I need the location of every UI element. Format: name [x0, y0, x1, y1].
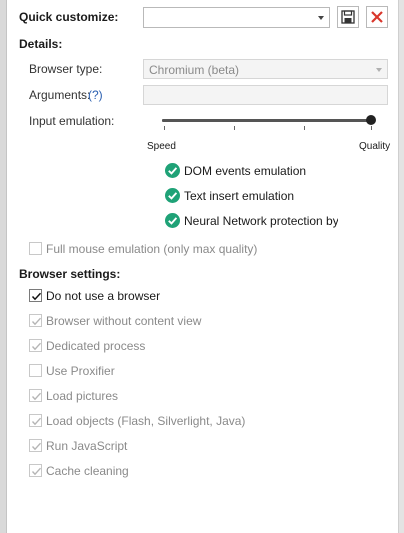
browser-without-content-view-label: Browser without content view: [46, 314, 202, 328]
scrollbar-track[interactable]: [398, 0, 404, 533]
full-mouse-checkbox[interactable]: [29, 242, 42, 255]
checkmark-icon: [31, 292, 42, 301]
close-button[interactable]: [366, 6, 388, 28]
checkmark-icon: [31, 342, 42, 351]
checkmark-icon: [31, 392, 42, 401]
checkmark-icon: [168, 192, 178, 200]
checkmark-icon: [31, 467, 42, 476]
use-proxifier-checkbox[interactable]: [29, 364, 42, 377]
input-emulation-slider[interactable]: [162, 119, 372, 122]
quick-customize-select[interactable]: [143, 7, 330, 28]
run-javascript-checkbox[interactable]: [29, 439, 42, 452]
neural-network-toggle[interactable]: [165, 213, 180, 228]
checkmark-icon: [31, 317, 42, 326]
arguments-label: Arguments:: [29, 88, 91, 102]
checkmark-icon: [31, 442, 42, 451]
checkmark-icon: [31, 417, 42, 426]
neural-network-label: Neural Network protection bypas: [184, 214, 338, 228]
checkmark-icon: [168, 217, 178, 225]
quick-customize-label: Quick customize:: [19, 10, 119, 24]
slider-speed-label: Speed: [147, 141, 176, 152]
close-icon: [371, 11, 383, 23]
browser-without-content-view-checkbox[interactable]: [29, 314, 42, 327]
chevron-down-icon: [318, 16, 324, 20]
slider-tick: [234, 126, 235, 130]
arguments-help-link[interactable]: (?): [88, 88, 103, 102]
text-insert-label: Text insert emulation: [184, 189, 295, 203]
slider-quality-label: Quality: [359, 141, 391, 152]
browser-type-value: Chromium (beta): [149, 63, 240, 77]
browser-settings-heading: Browser settings:: [19, 267, 121, 281]
do-not-use-browser-label: Do not use a browser: [46, 289, 161, 303]
slider-tick: [304, 126, 305, 130]
load-objects-label: Load objects (Flash, Silverlight, Java): [46, 414, 246, 428]
dom-events-toggle[interactable]: [165, 163, 180, 178]
slider-tick: [164, 126, 165, 130]
chevron-down-icon: [376, 68, 382, 72]
dedicated-process-label: Dedicated process: [46, 339, 146, 353]
dom-events-label: DOM events emulation: [184, 164, 307, 178]
load-objects-checkbox[interactable]: [29, 414, 42, 427]
input-emulation-label: Input emulation:: [29, 114, 115, 128]
full-mouse-label: Full mouse emulation (only max quality): [46, 242, 258, 256]
run-javascript-label: Run JavaScript: [46, 439, 128, 453]
details-heading: Details:: [19, 37, 63, 51]
floppy-disk-icon: [341, 10, 355, 24]
dedicated-process-checkbox[interactable]: [29, 339, 42, 352]
text-insert-toggle[interactable]: [165, 188, 180, 203]
slider-tick: [371, 126, 372, 130]
slider-thumb[interactable]: [366, 115, 376, 125]
cache-cleaning-label: Cache cleaning: [46, 464, 129, 478]
use-proxifier-label: Use Proxifier: [46, 364, 115, 378]
browser-type-label: Browser type:: [29, 62, 103, 76]
browser-type-select[interactable]: Chromium (beta): [143, 59, 388, 79]
arguments-input[interactable]: [143, 85, 388, 105]
load-pictures-label: Load pictures: [46, 389, 119, 403]
checkmark-icon: [168, 167, 178, 175]
left-panel-edge: [0, 0, 7, 533]
do-not-use-browser-checkbox[interactable]: [29, 289, 42, 302]
cache-cleaning-checkbox[interactable]: [29, 464, 42, 477]
save-button[interactable]: [337, 6, 359, 28]
load-pictures-checkbox[interactable]: [29, 389, 42, 402]
